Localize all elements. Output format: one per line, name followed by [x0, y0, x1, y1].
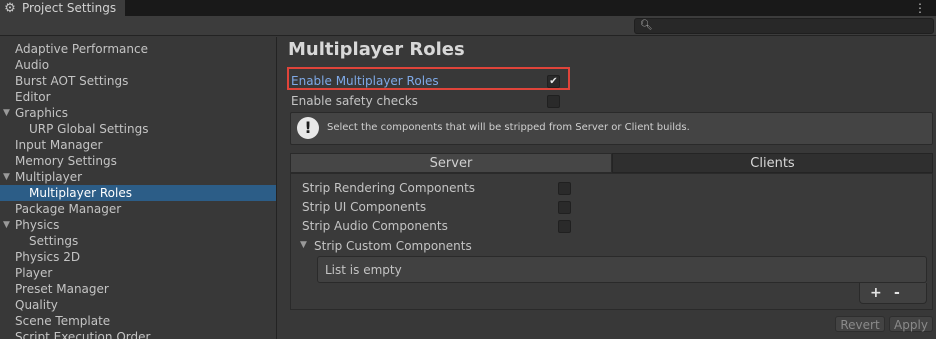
strip-audio-label: Strip Audio Components — [302, 219, 448, 233]
revert-button[interactable]: Revert — [835, 316, 885, 332]
sidebar-item-script-execution-order[interactable]: Script Execution Order — [0, 329, 276, 339]
info-box: ! Select the components that will be str… — [290, 112, 933, 145]
info-text: Select the components that will be strip… — [327, 122, 690, 133]
sidebar-item-label: Physics 2D — [15, 250, 81, 264]
foldout-arrow-icon[interactable]: ▼ — [300, 240, 307, 250]
strip-audio-checkbox[interactable] — [558, 220, 571, 233]
sidebar-item-physics[interactable]: ▼ Physics — [0, 217, 276, 233]
expand-arrow-icon[interactable]: ▼ — [3, 169, 10, 185]
expand-arrow-icon[interactable]: ▼ — [3, 217, 10, 233]
search-icon: 🔍︎ — [640, 20, 653, 31]
window-tab[interactable]: ⚙ Project Settings — [0, 0, 125, 16]
window-tab-label: Project Settings — [22, 1, 117, 15]
sidebar-item-label: Script Execution Order — [15, 330, 151, 339]
sidebar-item-label: Audio — [15, 58, 50, 72]
sidebar-item-label: Scene Template — [15, 314, 111, 328]
apply-button[interactable]: Apply — [889, 316, 933, 332]
sidebar-item-burst-aot-settings[interactable]: Burst AOT Settings — [0, 73, 276, 89]
sidebar-item-label: Player — [15, 266, 53, 280]
enable-safety-checks-label: Enable safety checks — [291, 94, 418, 108]
expand-arrow-icon[interactable]: ▼ — [3, 105, 10, 121]
sidebar-item-preset-manager[interactable]: Preset Manager — [0, 281, 276, 297]
search-row: 🔍︎ — [0, 16, 936, 36]
search-input[interactable]: 🔍︎ — [634, 18, 934, 34]
sidebar-item-multiplayer[interactable]: ▼ Multiplayer — [0, 169, 276, 185]
sidebar-item-label: Physics — [15, 218, 60, 232]
checkmark-icon: ✔ — [549, 76, 558, 87]
sidebar-item-label: Memory Settings — [15, 154, 117, 168]
sidebar-item-urp-global-settings[interactable]: URP Global Settings — [0, 121, 276, 137]
enable-safety-checks-checkbox[interactable] — [547, 95, 560, 108]
sidebar-item-label: Editor — [15, 90, 51, 104]
sidebar-item-audio[interactable]: Audio — [0, 57, 276, 73]
sidebar-item-label: Settings — [29, 234, 79, 248]
title-bar: ⚙ Project Settings ⋮ — [0, 0, 936, 16]
warning-exclamation-icon: ! — [297, 117, 319, 139]
settings-sidebar: Adaptive Performance Audio Burst AOT Set… — [0, 37, 277, 339]
sidebar-item-label: Input Manager — [15, 138, 103, 152]
custom-components-list: List is empty — [317, 256, 927, 283]
tab-clients[interactable]: Clients — [612, 153, 933, 173]
sidebar-item-memory-settings[interactable]: Memory Settings — [0, 153, 276, 169]
sidebar-item-label: Adaptive Performance — [15, 42, 148, 56]
sidebar-item-label: Preset Manager — [15, 282, 109, 296]
kebab-menu-icon[interactable]: ⋮ — [914, 0, 926, 16]
sidebar-item-player[interactable]: Player — [0, 265, 276, 281]
sidebar-item-label: URP Global Settings — [29, 122, 149, 136]
sidebar-item-input-manager[interactable]: Input Manager — [0, 137, 276, 153]
sidebar-item-physics-settings[interactable]: Settings — [0, 233, 276, 249]
enable-multiplayer-roles-checkbox[interactable]: ✔ — [547, 75, 560, 88]
sidebar-item-multiplayer-roles[interactable]: Multiplayer Roles — [0, 185, 276, 201]
add-button[interactable]: + — [870, 285, 882, 301]
strip-custom-foldout[interactable]: Strip Custom Components — [314, 239, 472, 253]
gear-icon: ⚙ — [4, 0, 16, 16]
sidebar-item-physics-2d[interactable]: Physics 2D — [0, 249, 276, 265]
tab-server[interactable]: Server — [290, 153, 612, 173]
sidebar-item-adaptive-performance[interactable]: Adaptive Performance — [0, 41, 276, 57]
sidebar-item-graphics[interactable]: ▼ Graphics — [0, 105, 276, 121]
remove-button[interactable]: - — [894, 285, 900, 301]
sidebar-item-package-manager[interactable]: Package Manager — [0, 201, 276, 217]
sidebar-item-label: Multiplayer Roles — [29, 186, 132, 200]
page-title: Multiplayer Roles — [288, 39, 465, 60]
enable-multiplayer-roles-label: Enable Multiplayer Roles — [291, 74, 439, 88]
sidebar-item-label: Graphics — [15, 106, 68, 120]
sidebar-item-label: Multiplayer — [15, 170, 83, 184]
list-empty-text: List is empty — [325, 263, 402, 277]
strip-ui-label: Strip UI Components — [302, 200, 427, 214]
sidebar-item-label: Burst AOT Settings — [15, 74, 129, 88]
strip-rendering-label: Strip Rendering Components — [302, 181, 476, 195]
strip-ui-checkbox[interactable] — [558, 201, 571, 214]
server-tab-panel: Strip Rendering Components Strip UI Comp… — [290, 173, 933, 310]
sidebar-item-label: Package Manager — [15, 202, 122, 216]
strip-rendering-checkbox[interactable] — [558, 182, 571, 195]
sidebar-item-scene-template[interactable]: Scene Template — [0, 313, 276, 329]
sidebar-item-editor[interactable]: Editor — [0, 89, 276, 105]
list-add-remove-footer: + - — [859, 283, 927, 304]
sidebar-item-label: Quality — [15, 298, 58, 312]
sidebar-item-quality[interactable]: Quality — [0, 297, 276, 313]
role-tabs: Server Clients — [290, 153, 933, 173]
settings-main-panel: Multiplayer Roles Enable Multiplayer Rol… — [277, 37, 936, 339]
